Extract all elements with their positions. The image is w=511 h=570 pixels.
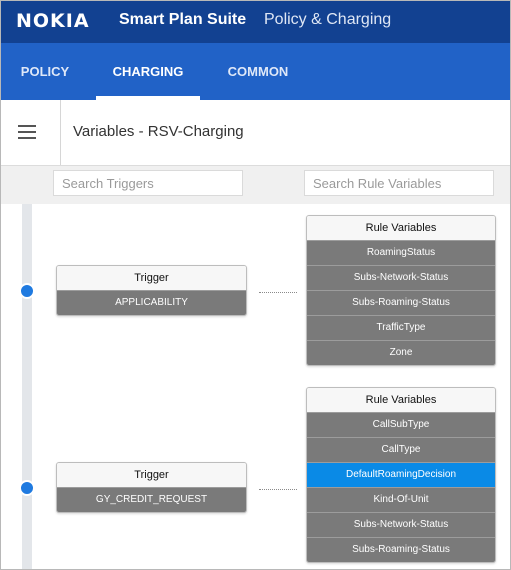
hamburger-icon-line (18, 131, 36, 133)
search-row (1, 166, 510, 204)
tab-policy[interactable]: POLICY (1, 43, 89, 100)
rule-variable-item[interactable]: CallSubType (307, 412, 495, 437)
timeline-dot (19, 480, 35, 496)
rule-variables-header: Rule Variables (307, 216, 495, 240)
rule-variables-header: Rule Variables (307, 388, 495, 412)
rule-variable-item[interactable]: TrafficType (307, 315, 495, 340)
hamburger-icon-line (18, 125, 36, 127)
rule-variable-item[interactable]: Subs-Roaming-Status (307, 537, 495, 562)
tab-charging[interactable]: CHARGING (96, 43, 200, 100)
trigger-header: Trigger (57, 266, 246, 290)
rule-variable-item[interactable]: RoamingStatus (307, 240, 495, 265)
timeline-dot (19, 283, 35, 299)
nokia-logo: NOKIA (16, 10, 90, 32)
search-triggers-input[interactable] (53, 170, 243, 196)
timeline-track (22, 204, 32, 569)
trigger-name[interactable]: APPLICABILITY (57, 290, 246, 315)
trigger-box[interactable]: Trigger GY_CREDIT_REQUEST (56, 462, 247, 513)
trigger-name[interactable]: GY_CREDIT_REQUEST (57, 487, 246, 512)
rule-variable-item[interactable]: Subs-Roaming-Status (307, 290, 495, 315)
rule-variable-item[interactable]: Kind-Of-Unit (307, 487, 495, 512)
app-title: Smart Plan Suite (119, 11, 247, 28)
rule-variable-item[interactable]: Subs-Network-Status (307, 265, 495, 290)
rule-variable-item-selected[interactable]: DefaultRoamingDecision (307, 462, 495, 487)
menu-button[interactable] (1, 100, 61, 165)
tab-common[interactable]: COMMON (208, 43, 308, 100)
variables-canvas: Trigger APPLICABILITY Rule Variables Roa… (1, 204, 510, 569)
top-header: NOKIA Smart Plan Suite Policy & Charging (1, 1, 510, 43)
connector-line (259, 489, 297, 490)
trigger-box[interactable]: Trigger APPLICABILITY (56, 265, 247, 316)
rule-variables-box: Rule Variables CallSubType CallType Defa… (306, 387, 496, 563)
rule-variables-box: Rule Variables RoamingStatus Subs-Networ… (306, 215, 496, 366)
hamburger-icon-line (18, 137, 36, 139)
rule-variable-item[interactable]: Subs-Network-Status (307, 512, 495, 537)
main-nav: POLICY CHARGING COMMON (1, 43, 510, 100)
app-subtitle: Policy & Charging (264, 11, 392, 28)
trigger-header: Trigger (57, 463, 246, 487)
app-window: NOKIA Smart Plan Suite Policy & Charging… (0, 0, 511, 570)
rule-variable-item[interactable]: CallType (307, 437, 495, 462)
connector-line (259, 292, 297, 293)
page-title: Variables - RSV-Charging (73, 123, 244, 140)
title-bar: Variables - RSV-Charging (1, 100, 510, 166)
search-rule-variables-input[interactable] (304, 170, 494, 196)
rule-variable-item[interactable]: Zone (307, 340, 495, 365)
